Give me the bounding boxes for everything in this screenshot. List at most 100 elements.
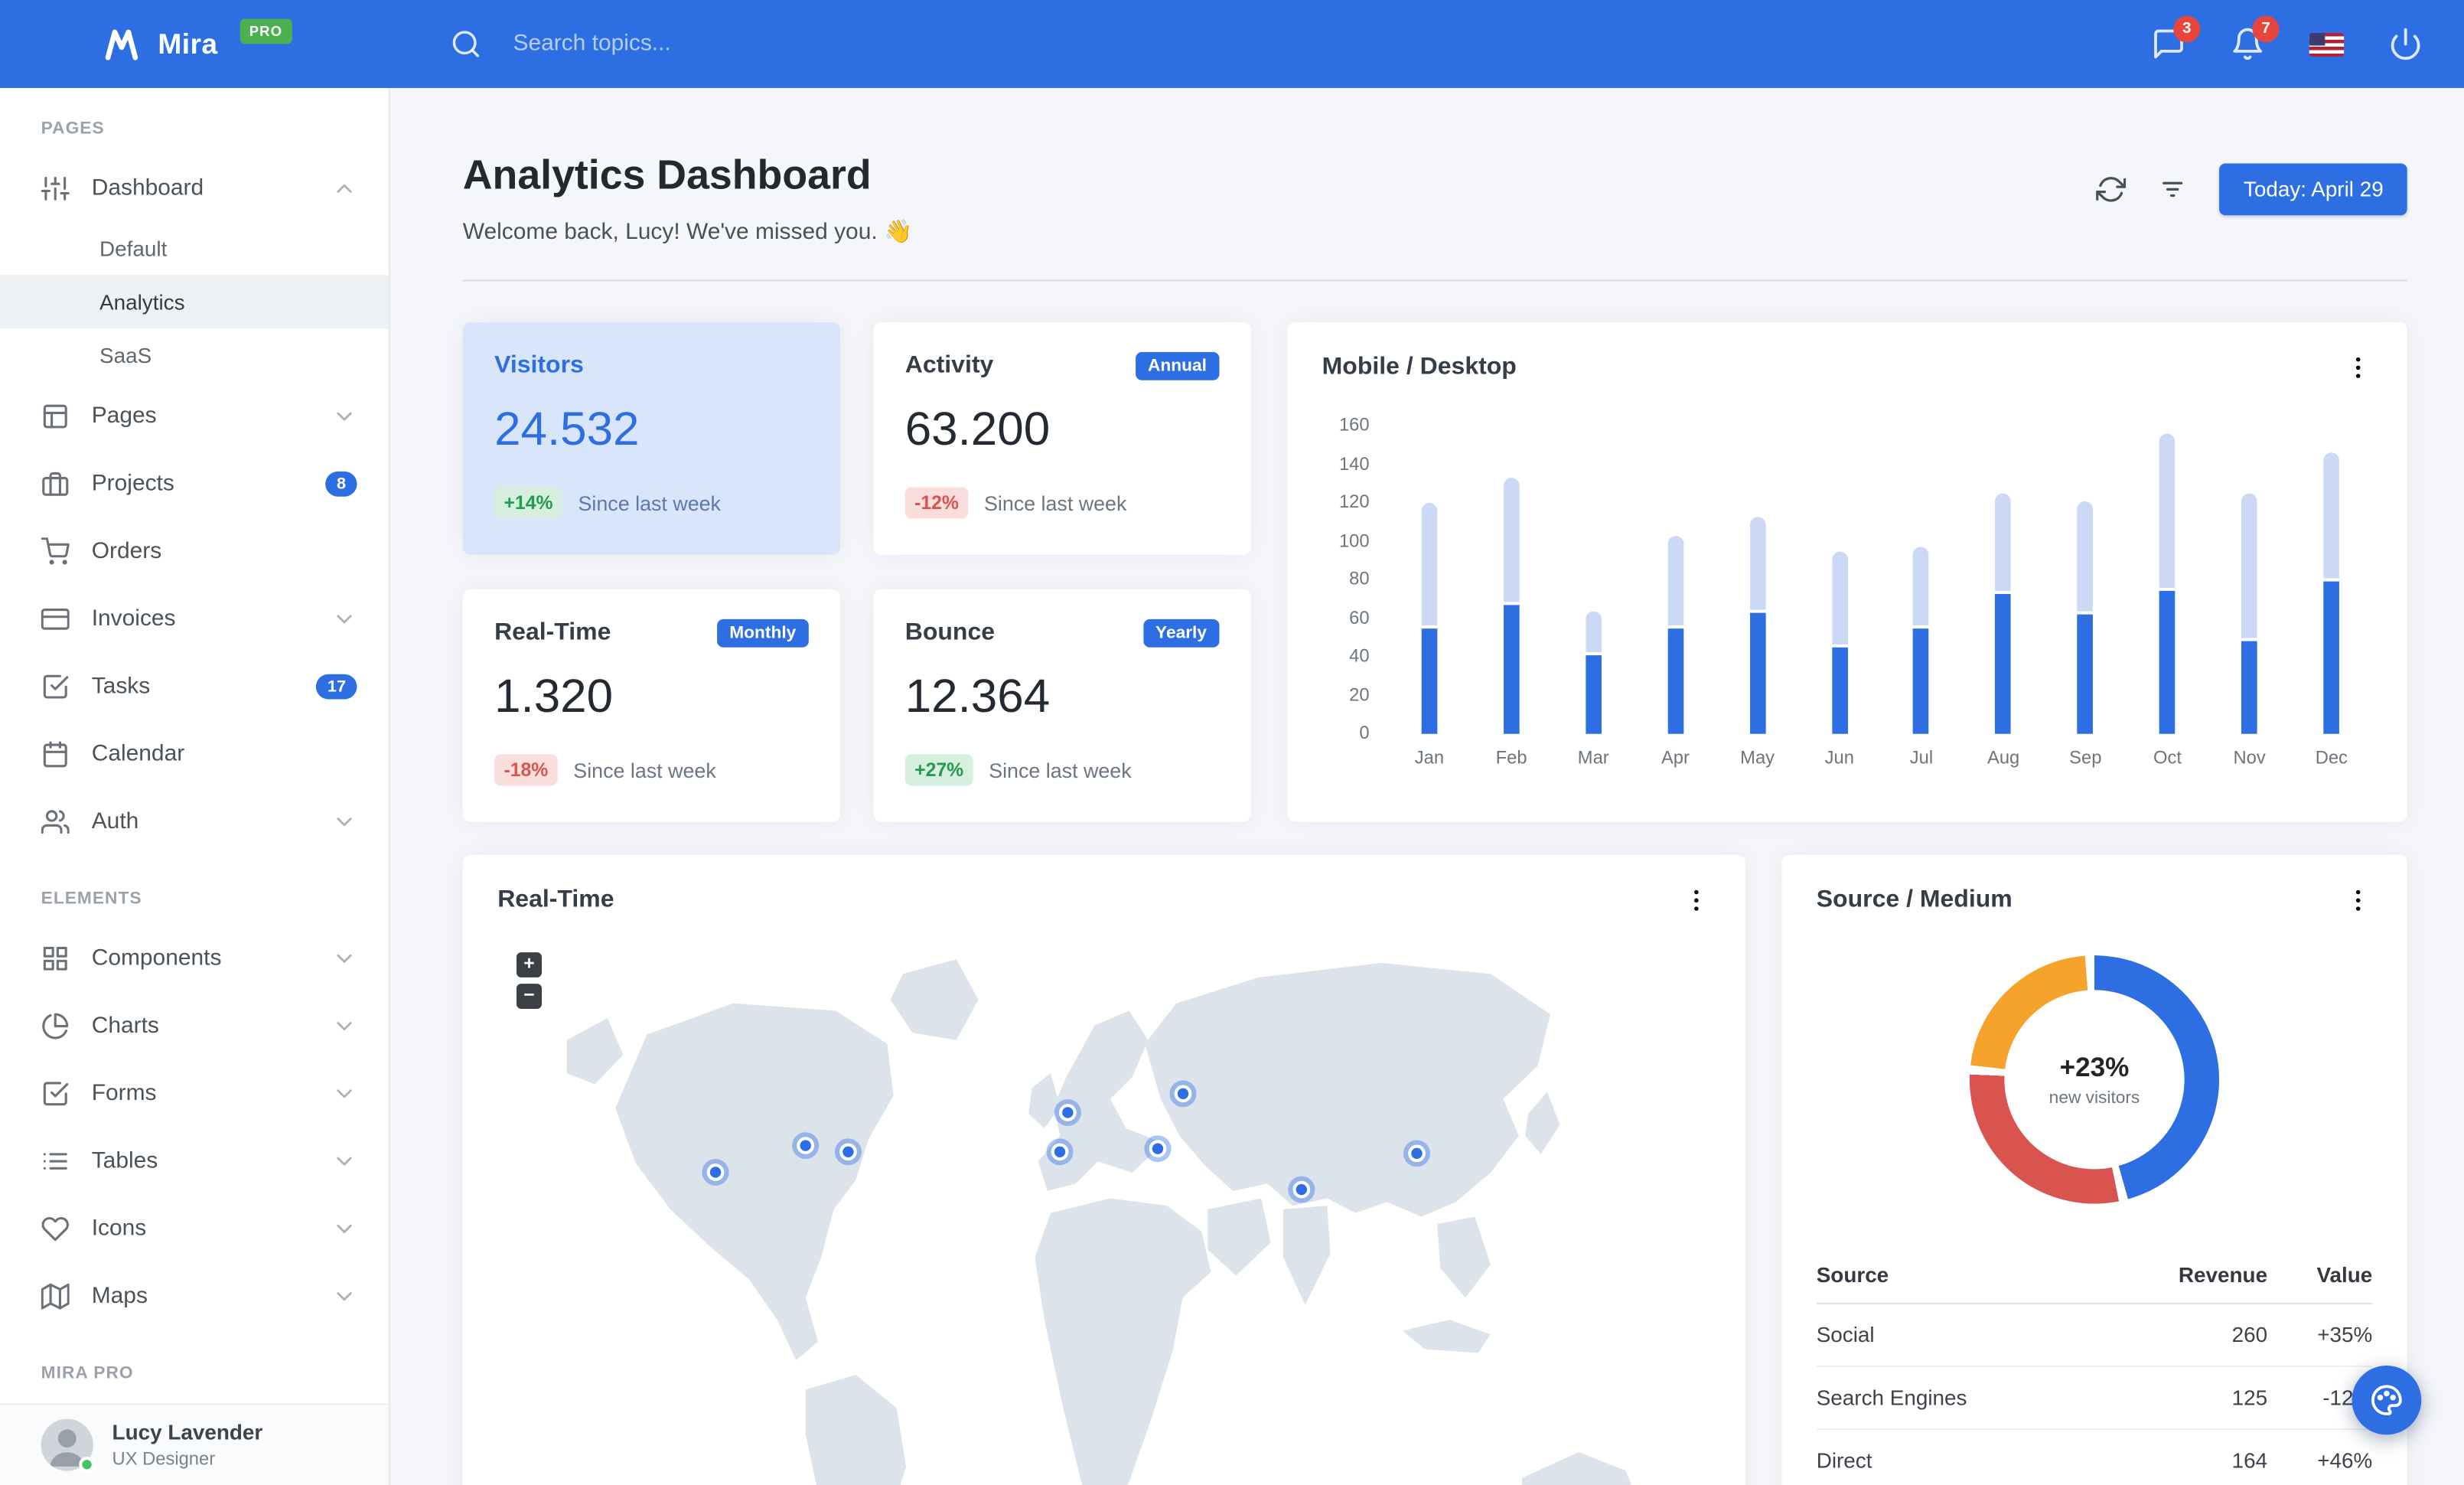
stat-caption: Since last week [578,491,721,515]
sidebar-item-label: Dashboard [91,175,204,201]
bar-column [2045,426,2127,734]
sidebar-item-dashboard[interactable]: Dashboard [0,154,389,221]
sidebar-item-icons[interactable]: Icons [0,1194,389,1261]
chevron-down-icon [331,1283,357,1308]
sidebar-item-maps[interactable]: Maps [0,1261,389,1329]
sidebar-item-components[interactable]: Components [0,924,389,991]
sidebar-item-orders[interactable]: Orders [0,517,389,584]
bar-column [1963,426,2045,734]
user-name: Lucy Lavender [112,1421,263,1445]
bar-column [2127,426,2208,734]
kebab-menu-icon[interactable] [2344,886,2372,915]
layout-icon [41,402,70,430]
refresh-button[interactable] [2097,175,2127,204]
theme-settings-fab[interactable] [2352,1365,2422,1435]
page-subtitle: Welcome back, Lucy! We've missed you. 👋 [462,220,913,246]
filter-button[interactable] [2158,175,2188,204]
users-icon [41,807,70,835]
sidebar-item-auth[interactable]: Auth [0,788,389,855]
stat-delta-badge: -12% [904,487,969,519]
bar-chart-bars [1388,426,2372,734]
y-tick-label: 120 [1338,493,1370,513]
sidebar-subitem-label: Default [99,236,168,260]
sidebar-item-pages[interactable]: Pages [0,382,389,449]
header-divider [462,279,2407,282]
x-tick-label: Dec [2315,749,2348,769]
column-header-source: Source [1816,1248,2101,1304]
shopping-cart-icon [41,537,70,565]
revenue-cell: 260 [2231,1323,2268,1347]
bar-column [1553,426,1635,734]
page-header: Analytics Dashboard Welcome back, Lucy! … [463,151,2407,245]
sidebar-item-default[interactable]: Default [0,221,389,275]
stat-caption: Since last week [983,491,1127,515]
x-tick-label: Jan [1414,749,1445,769]
source-table: Source Revenue Value Social 260 +35% Sea… [1816,1248,2373,1485]
sidebar-item-label: Icons [91,1215,147,1241]
y-tick-label: 40 [1349,647,1370,667]
sidebar-item-invoices[interactable]: Invoices [0,585,389,652]
sign-out-button[interactable] [2388,27,2423,61]
chevron-down-icon [331,403,357,429]
map-marker [1051,1143,1070,1160]
sidebar-item-label: Projects [91,470,174,496]
calendar-icon [41,739,70,768]
value-cell: +46% [2267,1428,2373,1485]
projects-count-badge: 8 [325,470,357,496]
pro-badge: PRO [240,18,292,44]
zoom-out-button[interactable]: − [516,984,542,1009]
sidebar-item-analytics[interactable]: Analytics [0,275,389,329]
us-flag-icon[interactable] [2309,32,2345,56]
sidebar-item-forms[interactable]: Forms [0,1059,389,1127]
power-icon [2388,27,2423,61]
map-card-title: Real-Time [497,886,614,913]
check-square-icon [41,1079,70,1107]
stat-delta-badge: +27% [904,754,973,786]
stat-caption: Since last week [989,758,1132,782]
sidebar-item-label: Forms [91,1080,157,1106]
zoom-in-button[interactable]: + [516,952,542,977]
sidebar-item-charts[interactable]: Charts [0,991,389,1059]
brand[interactable]: Mira PRO [101,18,292,64]
map-marker [797,1137,815,1154]
revenue-cell: 125 [2100,1365,2268,1430]
user-profile[interactable]: Lucy Lavender UX Designer [0,1403,389,1485]
messages-button[interactable]: 3 [2151,15,2201,61]
stat-cards: Visitors 24.532 +14% Since last week Act… [462,321,1251,822]
stat-delta-badge: +14% [494,487,562,519]
sidebar-item-label: Orders [91,538,162,563]
realtime-card[interactable]: Real-Time Monthly 1.320 -18% Since last … [462,589,841,822]
user-role: UX Designer [112,1450,216,1469]
map-marker [1408,1144,1426,1163]
bounce-card[interactable]: Bounce Yearly 12.364 +27% Since last wee… [873,589,1251,822]
date-range-button[interactable]: Today: April 29 [2219,163,2407,216]
kebab-menu-icon[interactable] [2344,354,2372,382]
kebab-menu-icon[interactable] [1682,886,1710,915]
table-row: Social 260 +35% [1817,1304,2373,1366]
search-input[interactable] [510,30,1015,58]
notifications-button[interactable]: 7 [2231,15,2280,61]
column-header-revenue: Revenue [2100,1248,2268,1304]
x-tick-label: Jun [1824,749,1854,769]
stat-delta-badge: -18% [494,754,558,786]
donut-center-value: +23% [2059,1052,2130,1082]
x-tick-label: Aug [1987,749,2020,769]
map-marker [839,1143,857,1160]
visitors-card[interactable]: Visitors 24.532 +14% Since last week [462,321,841,555]
stat-value: 12.364 [904,671,1051,723]
avatar [41,1418,95,1473]
credit-card-icon [41,604,70,632]
sidebar-item-tables[interactable]: Tables [0,1127,389,1194]
activity-card[interactable]: Activity Annual 63.200 -12% Since last w… [873,321,1251,555]
sidebar-item-tasks[interactable]: Tasks 17 [0,652,389,720]
sidebar-item-label: Pages [91,403,157,429]
sidebar-item-projects[interactable]: Projects 8 [0,449,389,517]
y-tick-label: 140 [1338,455,1370,474]
stat-title: Real-Time [494,618,611,646]
sidebar-item-saas[interactable]: SaaS [0,328,389,382]
map-marker [1058,1103,1077,1121]
sidebar-item-calendar[interactable]: Calendar [0,720,389,787]
check-square-icon [41,672,70,700]
x-tick-label: Apr [1661,749,1690,769]
sidebar: PAGES Dashboard Default Analytics SaaS P… [0,87,390,1485]
